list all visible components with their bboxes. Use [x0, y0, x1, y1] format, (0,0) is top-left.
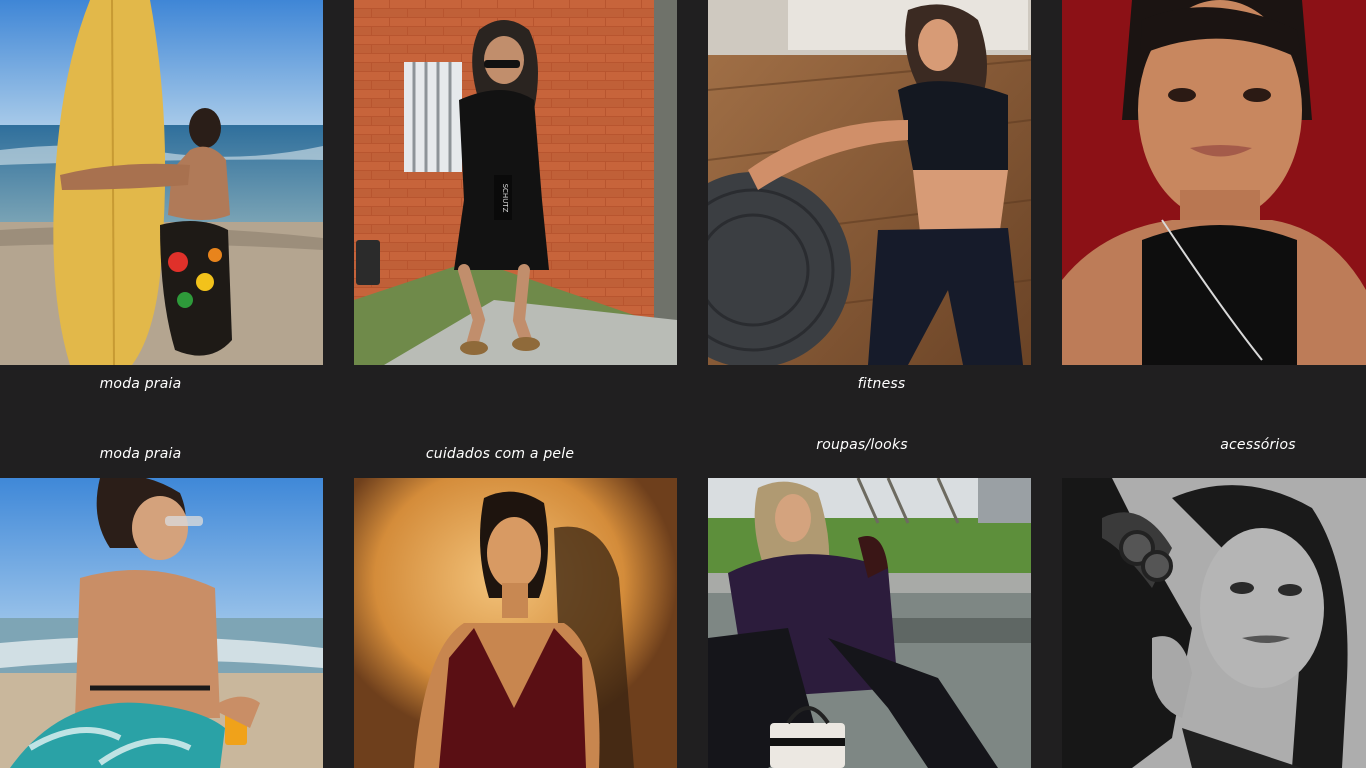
caption-top-1[interactable]: moda praia [0, 376, 281, 392]
portfolio-gallery: SCHUTZ moda praia fitness moda praia cui… [0, 0, 1366, 768]
caption-bottom-2[interactable]: cuidados com a pele [354, 446, 646, 462]
photo-beach-surfboard[interactable] [0, 0, 323, 365]
photo-brick-wall-dress[interactable]: SCHUTZ [354, 0, 677, 365]
photo-accessories-bw[interactable] [1062, 478, 1366, 768]
photo-spotlight-skincare[interactable] [354, 478, 677, 768]
caption-bottom-3[interactable]: roupas/looks [708, 437, 1016, 453]
photo-fitness-ball[interactable] [708, 0, 1031, 365]
caption-bottom-4[interactable]: acessórios [1150, 437, 1366, 453]
photo-beach-drink[interactable] [0, 478, 323, 768]
photo-portrait-red[interactable] [1062, 0, 1366, 365]
caption-bottom-1[interactable]: moda praia [0, 446, 281, 462]
photo-outdoor-look[interactable] [708, 478, 1031, 768]
bag-tag-text: SCHUTZ [501, 184, 509, 213]
caption-top-3[interactable]: fitness [720, 376, 1043, 392]
